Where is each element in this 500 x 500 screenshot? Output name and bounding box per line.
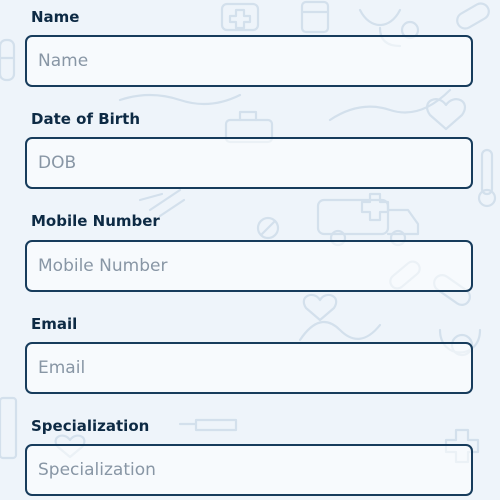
- dob-input[interactable]: [27, 139, 471, 187]
- specialization-field-container: [25, 444, 473, 496]
- email-label: Email: [31, 315, 78, 333]
- dob-field-container: [25, 137, 473, 189]
- name-field-container: [25, 35, 473, 87]
- specialization-input[interactable]: [27, 446, 471, 494]
- mobile-number-field-container: [25, 240, 473, 292]
- mobile-number-input[interactable]: [27, 242, 471, 290]
- name-label: Name: [31, 8, 80, 26]
- mobile-number-label: Mobile Number: [31, 212, 160, 230]
- name-input[interactable]: [27, 37, 471, 85]
- dob-label: Date of Birth: [31, 110, 141, 128]
- registration-form: Name Date of Birth Mobile Number Email S…: [0, 0, 500, 500]
- email-input[interactable]: [27, 344, 471, 392]
- email-field-container: [25, 342, 473, 394]
- specialization-label: Specialization: [31, 417, 150, 435]
